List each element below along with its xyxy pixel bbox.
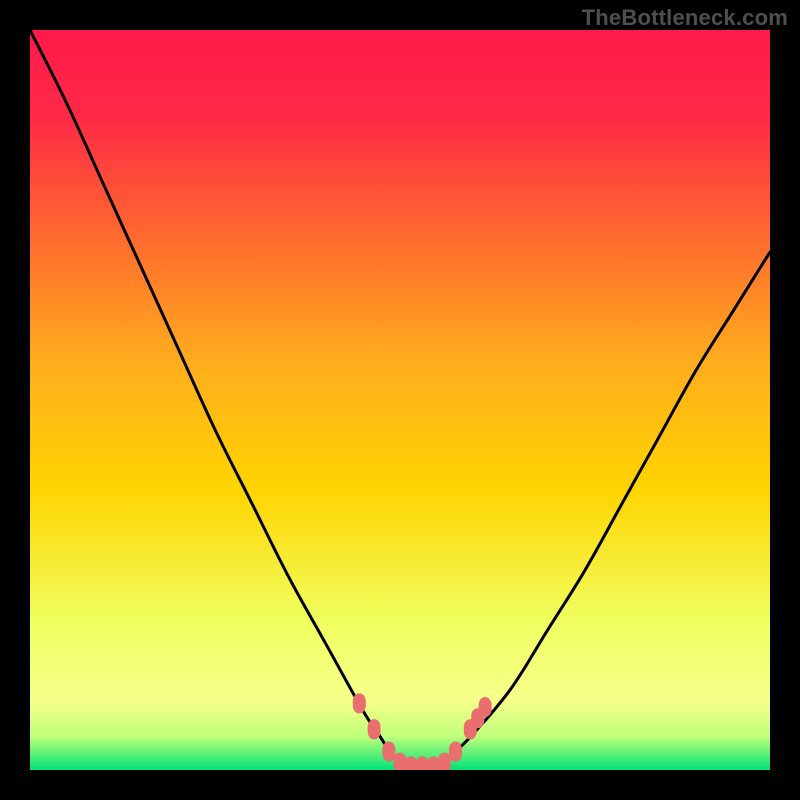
- valley-marker: [368, 719, 381, 739]
- valley-marker: [353, 693, 366, 713]
- gradient-background: [30, 30, 770, 770]
- valley-marker: [382, 742, 395, 762]
- valley-marker: [479, 697, 492, 717]
- valley-marker: [449, 742, 462, 762]
- watermark-text: TheBottleneck.com: [582, 5, 788, 31]
- chart-frame: TheBottleneck.com: [0, 0, 800, 800]
- valley-marker: [394, 753, 407, 770]
- plot-area: [30, 30, 770, 770]
- valley-marker: [438, 753, 451, 770]
- bottleneck-chart: [30, 30, 770, 770]
